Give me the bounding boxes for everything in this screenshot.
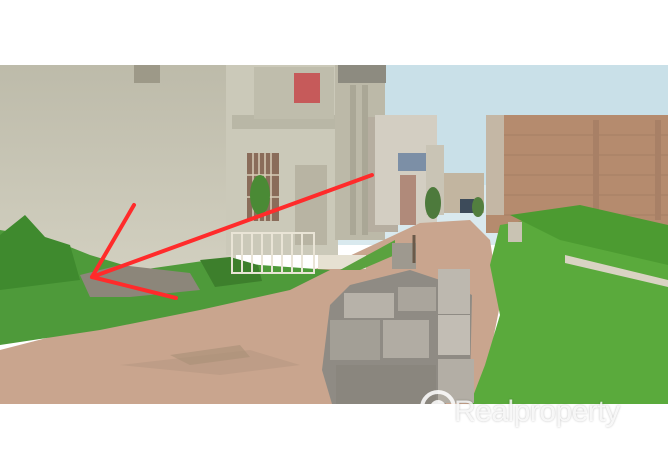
left-house-window: [134, 65, 160, 83]
property-photo: [0, 65, 668, 404]
watermark-tld: .pk: [644, 408, 661, 422]
watermark-brand: Realproperty: [454, 395, 620, 428]
watermark-tagline: Free property listings website: [460, 437, 630, 452]
top-margin: [0, 0, 668, 65]
